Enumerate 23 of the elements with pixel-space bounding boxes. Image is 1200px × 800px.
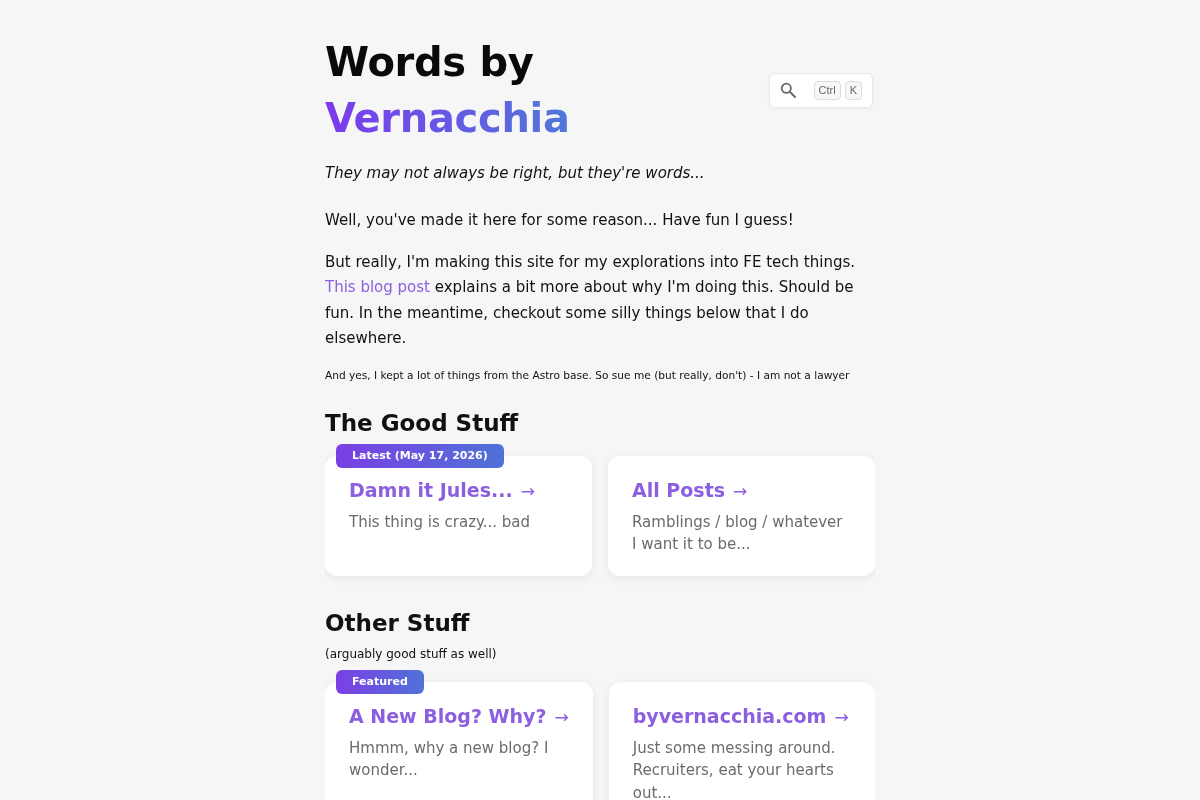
intro-paragraph: Well, you've made it here for some reason... Have fun I guess! bbox=[325, 210, 795, 231]
shortcut-key: K bbox=[844, 80, 862, 100]
section-heading: The Good Stuff bbox=[325, 408, 520, 438]
card-description: Hmmm, why a new blog? I wonder... bbox=[349, 737, 550, 781]
search-icon bbox=[780, 82, 796, 98]
intro-paragraph: But really, I'm making this site for my explorations into FE tech things. This blog post explains a bit more about why I'm doing this. Should be fun. In the meantime, checkout some silly things below that I do elsewhere. bbox=[325, 251, 857, 349]
card-badge: Latest (May 17, 2026) bbox=[336, 443, 504, 468]
card-description: Just some messing around. Recruiters, eat your hearts out... bbox=[632, 737, 837, 800]
section-heading: Other Stuff bbox=[325, 608, 471, 638]
tagline: They may not always be right, but they're words... bbox=[325, 163, 706, 184]
card-description: This thing is crazy... bad bbox=[349, 511, 532, 533]
card-description: Ramblings / blog / whatever I want it to be... bbox=[632, 511, 844, 555]
disclaimer-note: And yes, I kept a lot of things from the Astro base. So sue me (but really, don't) - I am not a lawyer bbox=[325, 367, 851, 383]
card-title-link[interactable]: Damn it Jules... → bbox=[349, 475, 535, 505]
card-badge: Featured bbox=[336, 669, 424, 694]
section-subtitle: (arguably good stuff as well) bbox=[325, 645, 498, 662]
shortcut-key: Ctrl bbox=[813, 80, 841, 100]
card-title-link[interactable]: A New Blog? Why? → bbox=[349, 701, 569, 731]
site-title: Words by bbox=[325, 38, 534, 87]
card-title-link[interactable]: All Posts → bbox=[632, 475, 748, 505]
search-button[interactable]: Ctrl K bbox=[769, 72, 873, 108]
blog-post-link[interactable]: This blog post bbox=[325, 278, 430, 296]
card-title-link[interactable]: byvernacchia.com → bbox=[632, 701, 849, 731]
